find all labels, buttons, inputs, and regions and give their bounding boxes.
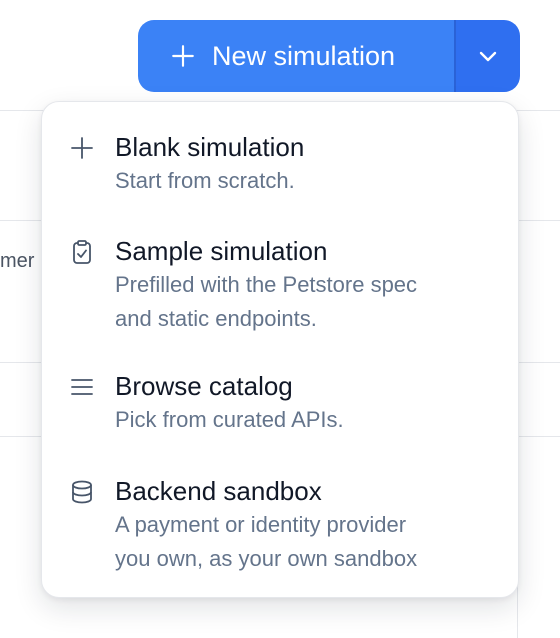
menu-item-backend-sandbox[interactable]: Backend sandbox A payment or identity pr… <box>42 474 518 576</box>
new-simulation-label: New simulation <box>212 40 396 71</box>
database-icon <box>72 480 92 504</box>
plus-icon <box>172 45 194 67</box>
new-simulation-dropdown-toggle[interactable] <box>456 20 520 92</box>
menu-item-description: and static endpoints. <box>115 306 317 331</box>
menu-item-description: Prefilled with the Petstore spec <box>115 272 418 297</box>
menu-item-title: Sample simulation <box>115 236 328 266</box>
menu-item-description: A payment or identity provider <box>115 512 407 537</box>
menu-item-title: Backend sandbox <box>115 476 322 506</box>
menu-item-browse-catalog[interactable]: Browse catalog Pick from curated APIs. <box>42 369 518 437</box>
clipboard-check-icon <box>73 240 91 264</box>
menu-item-title: Blank simulation <box>115 132 305 162</box>
menu-item-title: Browse catalog <box>115 371 293 401</box>
menu-item-description: Pick from curated APIs. <box>115 407 344 432</box>
background-cut-off-text: mer <box>0 250 35 272</box>
menu-item-sample-simulation[interactable]: Sample simulation Prefilled with the Pet… <box>42 234 518 336</box>
page: mer New simulation Blank simulation Star… <box>0 0 560 638</box>
new-simulation-split-button: New simulation <box>138 20 520 92</box>
chevron-down-icon <box>479 51 497 62</box>
menu-item-description: you own, as your own sandbox <box>115 546 418 571</box>
plus-icon <box>71 137 93 159</box>
list-icon <box>71 379 93 395</box>
new-simulation-button[interactable]: New simulation <box>138 20 454 92</box>
new-simulation-menu: Blank simulation Start from scratch. Sam… <box>41 101 519 598</box>
menu-item-description: Start from scratch. <box>115 168 295 193</box>
menu-item-blank-simulation[interactable]: Blank simulation Start from scratch. <box>42 130 518 198</box>
